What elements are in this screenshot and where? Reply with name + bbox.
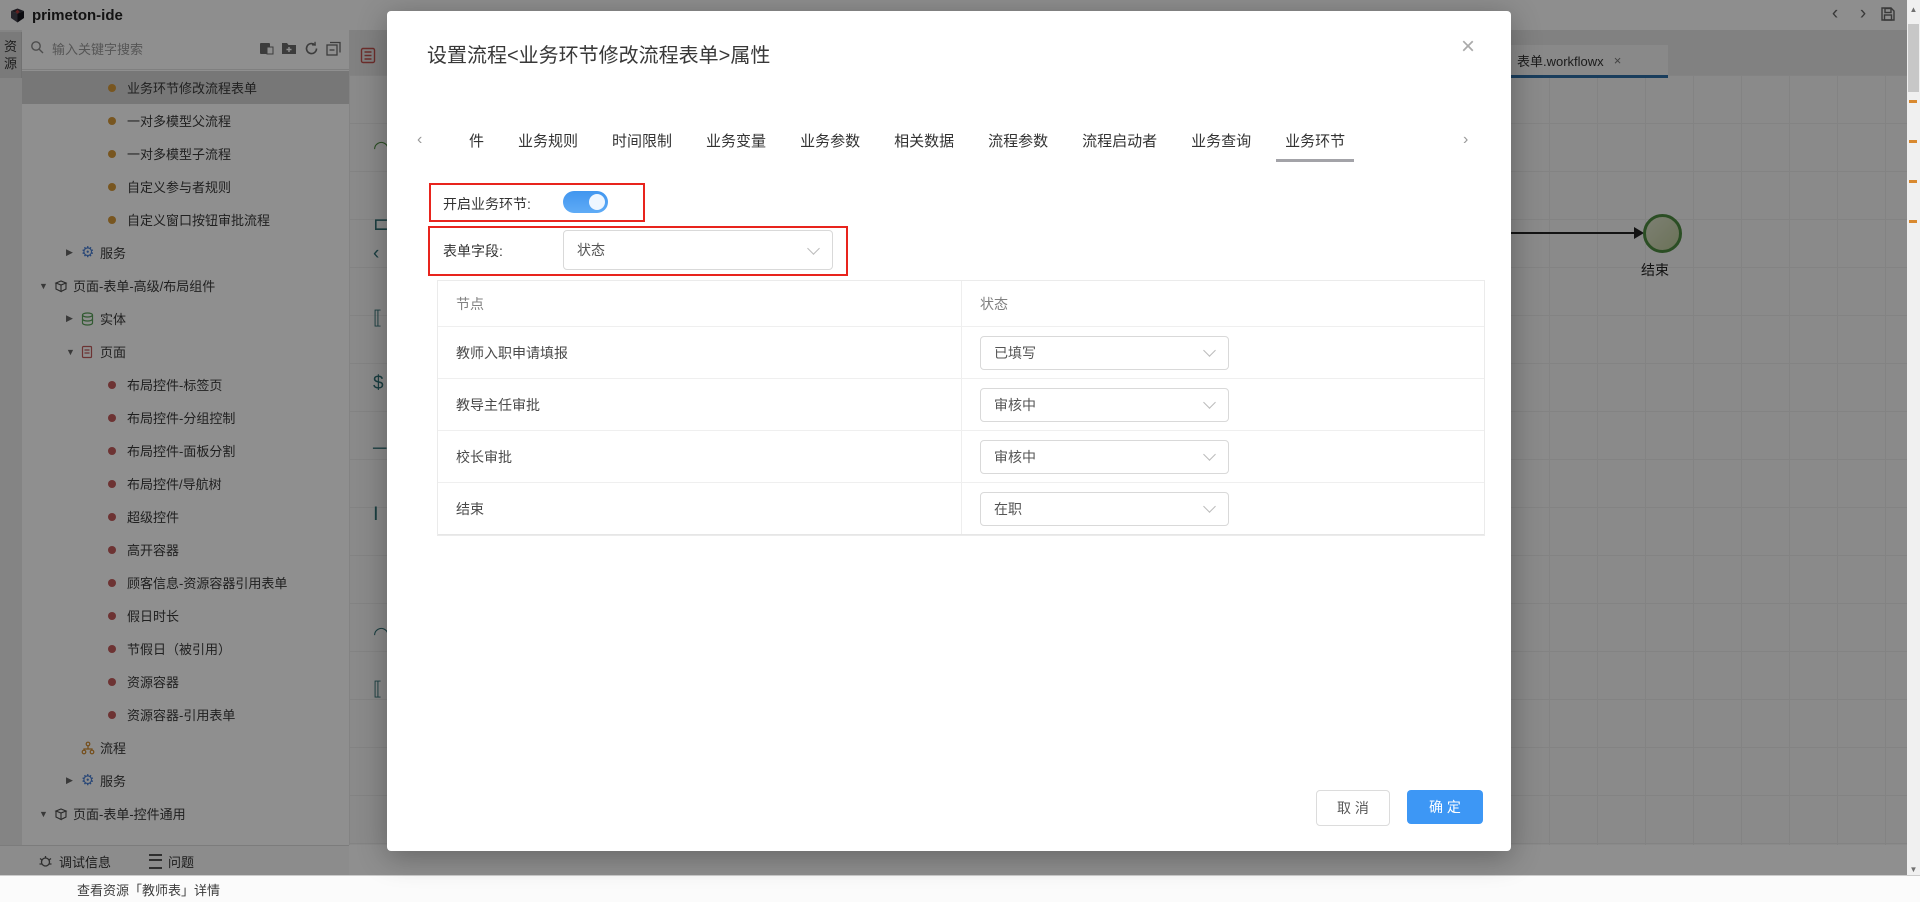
scroll-marker (1909, 220, 1917, 223)
dialog-tab[interactable]: 业务规则 (518, 130, 578, 151)
scroll-marker (1909, 180, 1917, 183)
table-row: 教师入职申请填报 已填写 (438, 327, 1484, 379)
status-bar: 查看资源「教师表」详情 (0, 875, 1920, 902)
dialog-close-icon[interactable]: × (1461, 33, 1475, 61)
dialog-tab[interactable]: 业务变量 (706, 130, 766, 151)
scrollbar-thumb[interactable] (1908, 24, 1919, 92)
vertical-scrollbar[interactable]: ▲ ▼ (1907, 0, 1920, 880)
dialog-tab[interactable]: 业务环节 (1285, 130, 1345, 151)
scroll-marker (1909, 140, 1917, 143)
chevron-down-icon (1203, 344, 1216, 357)
dialog-tab-bar: ‹ 件 业务规则 时间限制 业务变量 业务参数 相关数据 流程参数 流程启动者 业务查询 业务环节… (417, 117, 1481, 163)
node-name: 校长审批 (456, 447, 512, 467)
dialog-footer: 取 消 确 定 (1316, 790, 1483, 826)
dialog-tab[interactable]: 时间限制 (612, 130, 672, 151)
status-select[interactable]: 审核中 (980, 388, 1229, 422)
status-value: 审核中 (994, 395, 1205, 415)
dialog-tab[interactable]: 业务查询 (1191, 130, 1251, 151)
dialog-tab[interactable]: 业务参数 (800, 130, 860, 151)
chevron-down-icon (1203, 396, 1216, 409)
ok-button[interactable]: 确 定 (1407, 790, 1483, 824)
dialog-tabs: 件 业务规则 时间限制 业务变量 业务参数 相关数据 流程参数 流程启动者 业务查询 业务环节 (435, 130, 1463, 151)
node-name: 结束 (456, 499, 484, 519)
column-header-status: 状态 (980, 294, 1008, 314)
business-stage-toggle[interactable] (563, 191, 608, 213)
scroll-marker (1909, 100, 1917, 103)
scroll-up-icon[interactable]: ▲ (1907, 5, 1920, 14)
toggle-label: 开启业务环节: (443, 194, 531, 214)
node-status-table: 节点 状态 教师入职申请填报 已填写 (437, 280, 1485, 536)
dialog-tab[interactable]: 流程参数 (988, 130, 1048, 151)
tabs-scroll-left-icon[interactable]: ‹ (417, 131, 435, 149)
table-row: 教导主任审批 审核中 (438, 379, 1484, 431)
form-field-label: 表单字段: (443, 241, 503, 261)
status-select[interactable]: 审核中 (980, 440, 1229, 474)
status-text: 查看资源「教师表」详情 (77, 880, 220, 899)
scroll-down-icon[interactable]: ▼ (1907, 865, 1920, 874)
cancel-button[interactable]: 取 消 (1316, 790, 1390, 826)
chevron-down-icon (1203, 448, 1216, 461)
table-body: 教师入职申请填报 已填写 教导主任审批 审核中 (438, 327, 1484, 535)
form-field-select[interactable]: 状态 (563, 230, 833, 270)
status-value: 已填写 (994, 343, 1205, 363)
status-select[interactable]: 在职 (980, 492, 1229, 526)
table-header-row: 节点 状态 (438, 281, 1484, 327)
form-field-value: 状态 (577, 240, 809, 260)
tabs-scroll-right-icon[interactable]: › (1463, 131, 1481, 149)
node-name: 教师入职申请填报 (456, 343, 568, 363)
node-name: 教导主任审批 (456, 395, 540, 415)
dialog-tab[interactable]: 流程启动者 (1082, 130, 1157, 151)
process-properties-dialog: 设置流程<业务环节修改流程表单>属性 × ‹ 件 业务规则 时间限制 业务变量 业务参数… (387, 11, 1511, 851)
app-window: primeton-ide ‹ › 资源 (0, 0, 1920, 902)
status-select[interactable]: 已填写 (980, 336, 1229, 370)
dialog-title: 设置流程<业务环节修改流程表单>属性 (427, 39, 770, 68)
status-value: 在职 (994, 499, 1205, 519)
status-value: 审核中 (994, 447, 1205, 467)
chevron-down-icon (807, 242, 820, 255)
dialog-tab[interactable]: 件 (469, 130, 484, 151)
dialog-tab[interactable]: 相关数据 (894, 130, 954, 151)
column-header-node: 节点 (456, 294, 484, 314)
chevron-down-icon (1203, 500, 1216, 513)
table-row: 结束 在职 (438, 483, 1484, 535)
table-row: 校长审批 审核中 (438, 431, 1484, 483)
